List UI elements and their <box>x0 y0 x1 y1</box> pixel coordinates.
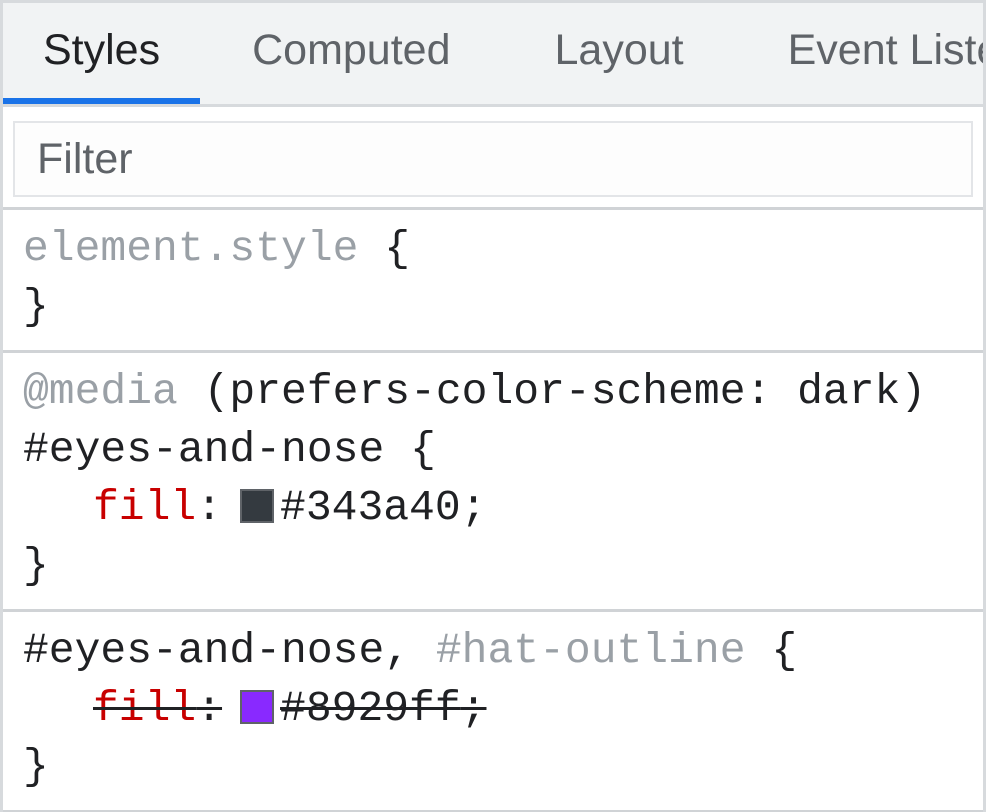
brace-close: } <box>23 742 49 791</box>
tab-layout[interactable]: Layout <box>503 3 736 104</box>
media-query[interactable]: (prefers-color-scheme: dark) <box>178 367 926 416</box>
semicolon: ; <box>461 684 487 733</box>
tab-computed[interactable]: Computed <box>200 3 502 104</box>
selector-hat-outline[interactable]: #hat-outline <box>436 626 746 675</box>
brace-open: { <box>384 425 436 474</box>
rule-eyes-and-hat[interactable]: #eyes-and-nose, #hat-outline { fill: #89… <box>3 612 983 812</box>
selector-eyes-and-nose[interactable]: #eyes-and-nose <box>23 425 384 474</box>
tab-event-listeners[interactable]: Event Listeners <box>736 3 983 104</box>
selector-eyes-and-nose[interactable]: #eyes-and-nose <box>23 626 384 675</box>
declaration-fill[interactable]: fill: #343a40; <box>23 479 963 537</box>
colon: : <box>196 479 222 537</box>
colon: : <box>196 684 222 733</box>
prop-fill[interactable]: fill <box>93 684 196 733</box>
color-swatch[interactable] <box>240 489 274 523</box>
brace-open: { <box>358 224 410 273</box>
value-fill[interactable]: #343a40 <box>280 479 461 537</box>
color-swatch[interactable] <box>240 690 274 724</box>
filter-input[interactable] <box>13 121 973 197</box>
semicolon: ; <box>461 479 487 537</box>
brace-close: } <box>23 541 49 590</box>
tab-styles[interactable]: Styles <box>3 3 200 104</box>
rule-element-style[interactable]: element.style { } <box>3 210 983 353</box>
styles-panel-tabs: Styles Computed Layout Event Listeners <box>3 3 983 107</box>
rule-media-dark[interactable]: @media (prefers-color-scheme: dark) #eye… <box>3 353 983 612</box>
prop-fill[interactable]: fill <box>93 479 196 537</box>
value-fill[interactable]: #8929ff <box>280 684 461 733</box>
declaration-fill-overridden[interactable]: fill: #8929ff; <box>23 680 963 738</box>
brace-close: } <box>23 282 49 331</box>
selector-comma: , <box>384 626 436 675</box>
selector-element-style[interactable]: element.style <box>23 224 358 273</box>
media-at: @media <box>23 367 178 416</box>
filter-row <box>3 107 983 210</box>
brace-open: { <box>746 626 798 675</box>
